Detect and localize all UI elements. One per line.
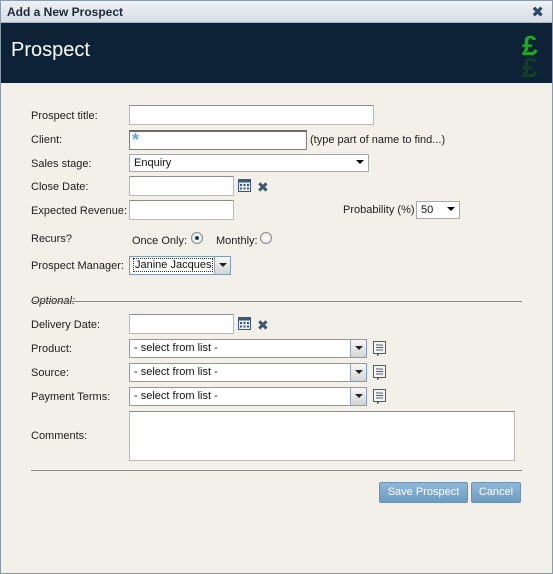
source-value: - select from list -: [134, 366, 218, 378]
sales-stage-label: Sales stage:: [31, 158, 92, 170]
note-icon[interactable]: [373, 365, 386, 381]
probability-value: 50: [421, 204, 434, 216]
once-only-label: Once Only:: [132, 235, 188, 247]
once-only-radio[interactable]: [191, 232, 203, 244]
prospect-manager-select[interactable]: Janine Jacques: [129, 256, 231, 275]
actions-divider: [31, 470, 522, 471]
recurs-label: Recurs?: [31, 233, 72, 245]
client-label: Client:: [31, 134, 63, 146]
product-label: Product:: [31, 343, 72, 355]
chevron-down-icon: [350, 388, 366, 405]
monthly-radio[interactable]: [260, 232, 272, 244]
clear-date-icon[interactable]: ✖: [257, 180, 269, 194]
client-hint: (type part of name to find...): [310, 134, 446, 146]
product-select[interactable]: - select from list -: [129, 339, 367, 358]
product-value: - select from list -: [134, 342, 218, 354]
close-icon[interactable]: ✖: [531, 3, 544, 21]
note-icon[interactable]: [373, 341, 386, 357]
client-input[interactable]: *: [129, 130, 307, 150]
add-prospect-dialog: Add a New Prospect ✖ Prospect £ £ Prospe…: [0, 0, 553, 574]
clear-date-icon[interactable]: ✖: [257, 318, 269, 332]
expected-revenue-label: Expected Revenue:: [31, 205, 128, 217]
expected-revenue-input[interactable]: [129, 200, 234, 220]
comments-label: Comments:: [31, 430, 88, 442]
optional-divider: [31, 301, 522, 302]
prospect-manager-label: Prospect Manager:: [31, 260, 124, 272]
title-bar: Add a New Prospect ✖: [1, 1, 552, 23]
asterisk-icon: *: [132, 130, 140, 150]
chevron-down-icon: [350, 340, 366, 357]
svg-text:£: £: [522, 52, 538, 81]
note-icon[interactable]: [373, 389, 386, 405]
close-date-label: Close Date:: [31, 181, 89, 193]
calendar-icon[interactable]: [238, 179, 251, 192]
chevron-down-icon: [214, 257, 230, 274]
probability-label: Probability (%): [343, 204, 415, 216]
probability-select[interactable]: 50: [416, 201, 460, 219]
cancel-button[interactable]: Cancel: [471, 482, 521, 503]
chevron-down-icon: [447, 207, 455, 211]
calendar-icon[interactable]: [238, 317, 251, 330]
monthly-label: Monthly:: [216, 235, 258, 247]
delivery-date-input[interactable]: [129, 314, 234, 334]
save-prospect-button[interactable]: Save Prospect: [379, 482, 468, 503]
dialog-title: Add a New Prospect: [7, 5, 124, 19]
source-label: Source:: [31, 367, 69, 379]
chevron-down-icon: [356, 160, 364, 164]
page-title: Prospect: [11, 39, 90, 61]
comments-textarea[interactable]: [129, 411, 515, 461]
header-banner: Prospect £ £: [1, 23, 552, 83]
chevron-down-icon: [350, 364, 366, 381]
source-select[interactable]: - select from list -: [129, 363, 367, 382]
prospect-manager-value: Janine Jacques: [132, 258, 214, 272]
payment-terms-label: Payment Terms:: [31, 391, 111, 403]
sales-stage-select[interactable]: Enquiry: [129, 154, 369, 172]
payment-terms-select[interactable]: - select from list -: [129, 387, 367, 406]
pound-icon: £ £: [522, 30, 538, 81]
payment-terms-value: - select from list -: [134, 390, 218, 402]
prospect-title-label: Prospect title:: [31, 110, 98, 122]
sales-stage-value: Enquiry: [134, 157, 172, 169]
close-date-input[interactable]: [129, 176, 234, 196]
prospect-title-input[interactable]: [129, 105, 374, 125]
delivery-date-label: Delivery Date:: [31, 319, 101, 331]
